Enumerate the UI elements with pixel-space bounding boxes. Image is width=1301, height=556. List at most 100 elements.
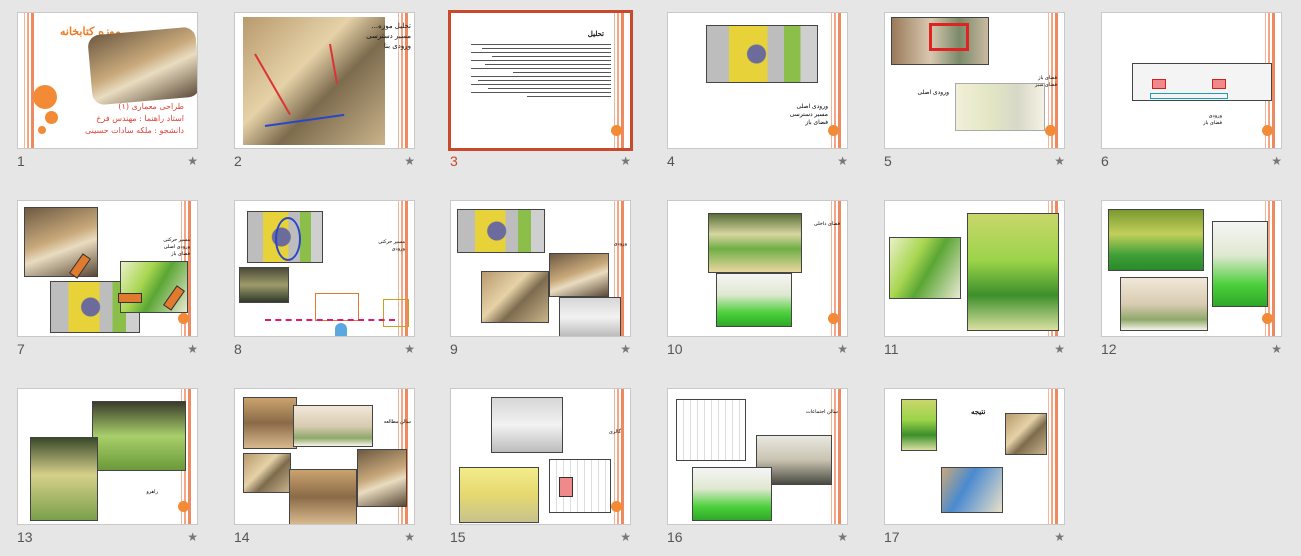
decoration-circle (38, 126, 46, 134)
interior-photo (1212, 221, 1268, 307)
slide-number: 2 (234, 153, 242, 169)
slide-thumbnail[interactable]: فضای داخلی 10 ★ (667, 200, 852, 360)
slide-canvas: مسیر حرکتی ورودی (234, 200, 415, 337)
star-icon[interactable]: ★ (620, 154, 631, 168)
slide-photo (293, 405, 373, 447)
star-icon[interactable]: ★ (837, 530, 848, 544)
star-icon[interactable]: ★ (1054, 530, 1065, 544)
slide-labels: ورودی (599, 241, 627, 247)
slide-canvas (884, 200, 1065, 337)
highlight-box (559, 477, 573, 497)
label-text: فضای باز (805, 120, 828, 126)
star-icon[interactable]: ★ (1271, 154, 1282, 168)
label-text: ورودی اصلی (796, 104, 828, 110)
slide-number: 13 (17, 529, 33, 545)
subtitle-line: دانشجو : ملکه سادات حسینی (85, 126, 184, 135)
label-text: ورودی (613, 241, 627, 247)
diagram-box (315, 293, 359, 321)
slide-thumbnail[interactable]: ورودی اصلی فضای باز فضای سبز 5 ★ (884, 12, 1069, 172)
slide-thumbnail[interactable]: ورودی 9 ★ (450, 200, 635, 360)
slide-thumbnail[interactable]: سالن مطالعه 14 ★ (234, 388, 419, 548)
slide-stripes (1046, 389, 1060, 524)
slide-dot (1045, 125, 1056, 136)
slide-canvas: سالن مطالعه (234, 388, 415, 525)
slide-number: 1 (17, 153, 25, 169)
floor-plan-image (955, 83, 1045, 131)
slide-labels: راهرو (118, 489, 158, 495)
label-text: ورودی اصلی (917, 90, 949, 96)
slide-photo (87, 26, 197, 106)
corridor-photo (30, 437, 98, 521)
label-text: فضای باز (1038, 75, 1057, 81)
star-icon[interactable]: ★ (187, 154, 198, 168)
star-icon[interactable]: ★ (620, 530, 631, 544)
star-icon[interactable]: ★ (404, 530, 415, 544)
slide-number: 4 (667, 153, 675, 169)
star-icon[interactable]: ★ (837, 154, 848, 168)
slide-number: 3 (450, 153, 458, 169)
slide-labels: سالن اجتماعات (788, 409, 838, 415)
slide-canvas: راهرو (17, 388, 198, 525)
slide-photo (549, 253, 609, 297)
slide-thumbnail[interactable]: ورودی فضای باز 6 ★ (1101, 12, 1286, 172)
decoration-circle (45, 111, 58, 124)
slide-thumbnail[interactable]: سالن اجتماعات 16 ★ (667, 388, 852, 548)
slide-number: 10 (667, 341, 683, 357)
slide-thumbnail[interactable]: مسیر حرکتی ورودی اصلی فضای باز 7 ★ (17, 200, 202, 360)
slide-heading: تحلیل (587, 29, 604, 38)
slide-photo (481, 271, 549, 323)
slide-thumbnail-selected[interactable]: تحلیل 3 ★ (448, 10, 635, 172)
slide-dot (611, 501, 622, 512)
slide-number: 11 (884, 341, 899, 357)
interior-photo (1108, 209, 1204, 271)
slide-labels: فضای باز فضای سبز (1021, 75, 1057, 89)
slide-canvas: نتیجه (884, 388, 1065, 525)
slide-canvas: ورودی (450, 200, 631, 337)
slide-canvas: ورودی فضای باز (1101, 12, 1282, 149)
slide-thumbnail[interactable]: مسیر حرکتی ورودی 8 ★ (234, 200, 419, 360)
slide-thumbnail[interactable]: گالری 15 ★ (450, 388, 635, 548)
slide-photo (243, 453, 291, 493)
slide-dot (1262, 313, 1273, 324)
slide-labels: ورودی فضای باز (1162, 113, 1222, 127)
star-icon[interactable]: ★ (620, 342, 631, 356)
slide-number: 12 (1101, 341, 1117, 357)
label-text: ورودی اصلی (163, 244, 190, 250)
star-icon[interactable]: ★ (1054, 342, 1065, 356)
label-text: فضای باز (171, 251, 190, 257)
star-icon[interactable]: ★ (1271, 342, 1282, 356)
slide-photo (239, 267, 289, 303)
slide-thumbnail[interactable]: 11 ★ (884, 200, 1069, 360)
interior-photo (967, 213, 1059, 331)
subtitle-line: استاد راهنما : مهندس فرخ (96, 114, 184, 123)
interior-photo (901, 399, 937, 451)
slide-number: 5 (884, 153, 892, 169)
slide-thumbnail[interactable]: تحلیل موزه... مسیر دسترسی ورودی بنا 2 ★ (234, 12, 419, 172)
star-icon[interactable]: ★ (404, 342, 415, 356)
slide-number: 14 (234, 529, 250, 545)
star-icon[interactable]: ★ (187, 342, 198, 356)
text-line: تحلیل موزه... (371, 22, 411, 30)
slide-photo (289, 469, 357, 524)
label-text: ورودی (1208, 113, 1222, 119)
slide-thumbnail[interactable]: نتیجه 17 ★ (884, 388, 1069, 548)
slide-labels: ورودی اصلی مسیر دسترسی فضای باز (748, 103, 828, 127)
slide-thumbnail[interactable]: 12 ★ (1101, 200, 1286, 360)
slide-dot (611, 125, 622, 136)
decoration-circle (33, 85, 57, 109)
star-icon[interactable]: ★ (837, 342, 848, 356)
star-icon[interactable]: ★ (187, 530, 198, 544)
label-text: سالن اجتماعات (805, 409, 838, 415)
label-text: فضای سبز (1034, 82, 1057, 88)
slide-dot (178, 313, 189, 324)
slide-dot (178, 501, 189, 512)
star-icon[interactable]: ★ (1054, 154, 1065, 168)
slide-text: تحلیل موزه... مسیر دسترسی ورودی بنا (359, 21, 411, 51)
slide-thumbnail[interactable]: موزه کتابخانه طراحی معماری (۱) استاد راه… (17, 12, 202, 172)
label-text: مسیر حرکتی (163, 237, 190, 243)
highlight-bar (1150, 93, 1228, 99)
star-icon[interactable]: ★ (404, 154, 415, 168)
slide-thumbnail[interactable]: راهرو 13 ★ (17, 388, 202, 548)
slide-canvas: فضای داخلی (667, 200, 848, 337)
slide-thumbnail[interactable]: ورودی اصلی مسیر دسترسی فضای باز 4 ★ (667, 12, 852, 172)
